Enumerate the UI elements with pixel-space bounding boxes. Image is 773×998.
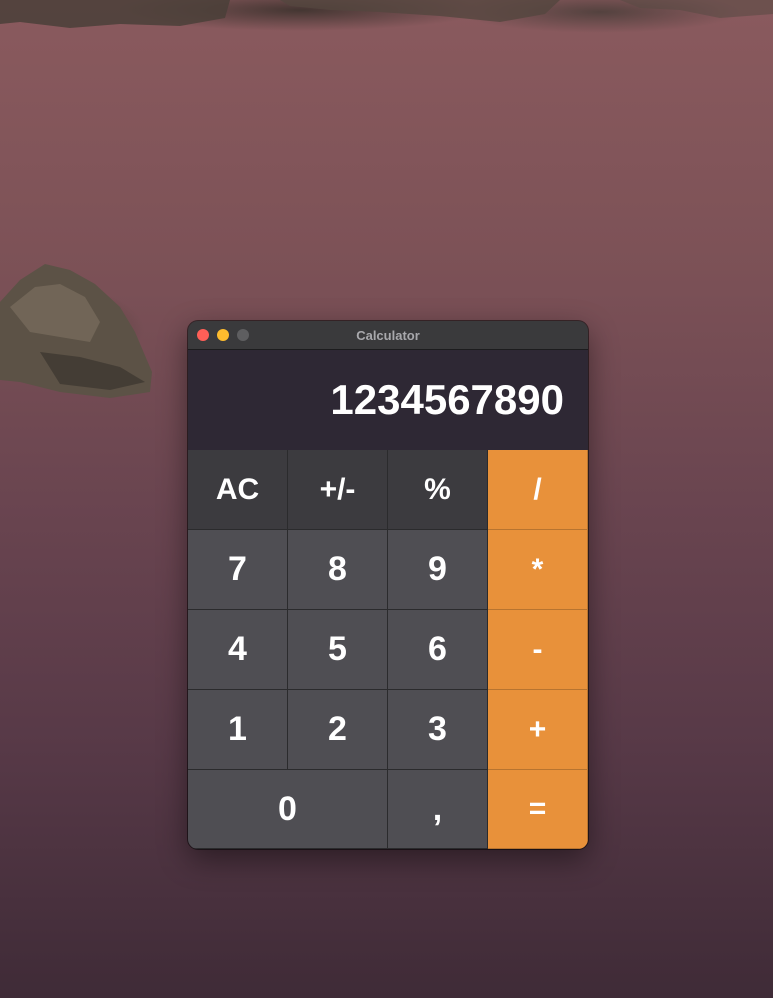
- digit-4-button[interactable]: 4: [188, 610, 288, 690]
- calculator-display: 1234567890: [188, 350, 588, 450]
- sign-toggle-button[interactable]: +/-: [288, 450, 388, 530]
- window-title: Calculator: [356, 327, 420, 343]
- digit-2-button[interactable]: 2: [288, 690, 388, 770]
- percent-button[interactable]: %: [388, 450, 488, 530]
- maximize-button[interactable]: [237, 329, 249, 341]
- digit-0-button[interactable]: 0: [188, 770, 388, 849]
- divide-button[interactable]: /: [488, 450, 588, 530]
- digit-1-button[interactable]: 1: [188, 690, 288, 770]
- subtract-button[interactable]: -: [488, 610, 588, 690]
- digit-5-button[interactable]: 5: [288, 610, 388, 690]
- digit-6-button[interactable]: 6: [388, 610, 488, 690]
- add-button[interactable]: +: [488, 690, 588, 770]
- title-bar[interactable]: Calculator: [188, 321, 588, 350]
- multiply-button[interactable]: *: [488, 530, 588, 610]
- clear-button[interactable]: AC: [188, 450, 288, 530]
- wallpaper-rock: [0, 264, 152, 398]
- minimize-button[interactable]: [217, 329, 229, 341]
- window-controls: [197, 329, 249, 341]
- decimal-button[interactable]: ,: [388, 770, 488, 849]
- display-value: 1234567890: [330, 376, 564, 423]
- wallpaper-rocks-top: [0, 0, 773, 28]
- digit-9-button[interactable]: 9: [388, 530, 488, 610]
- digit-8-button[interactable]: 8: [288, 530, 388, 610]
- digit-7-button[interactable]: 7: [188, 530, 288, 610]
- equals-button[interactable]: =: [488, 770, 588, 849]
- close-button[interactable]: [197, 329, 209, 341]
- digit-3-button[interactable]: 3: [388, 690, 488, 770]
- calculator-window: Calculator 1234567890 AC +/- % / 7 8 9 *…: [188, 321, 588, 849]
- keypad: AC +/- % / 7 8 9 * 4 5 6 - 1 2 3 + 0 , =: [188, 450, 588, 849]
